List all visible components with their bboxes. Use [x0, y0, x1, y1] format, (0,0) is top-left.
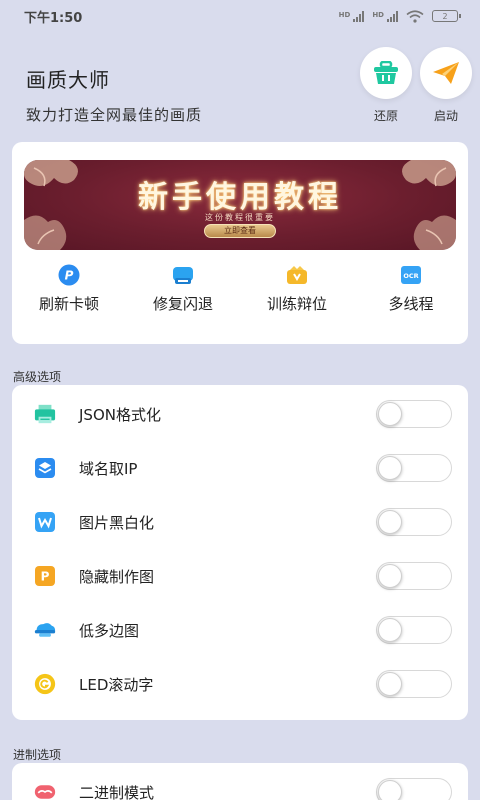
- cloud-fix-icon: [172, 264, 194, 286]
- tool-multithread[interactable]: OCR 多线程: [354, 264, 468, 314]
- option-label: JSON格式化: [79, 405, 161, 424]
- option-label: 隐藏制作图: [79, 567, 155, 586]
- tool-refresh-lag[interactable]: P 刷新卡顿: [12, 264, 126, 314]
- cloud-icon: [34, 619, 56, 641]
- image-grayscale-toggle[interactable]: [376, 508, 452, 536]
- binary-mode-toggle[interactable]: [376, 778, 452, 800]
- tools-row: P 刷新卡顿 修复闪退 训练辩位 OCR 多线程: [12, 264, 468, 314]
- signal-icon: HD: [372, 10, 398, 22]
- toggle-knob: [378, 780, 402, 800]
- app-subtitle: 致力打造全网最佳的画质: [26, 106, 203, 124]
- tool-label: 修复闪退: [152, 295, 213, 313]
- app-title: 画质大师: [26, 68, 110, 92]
- banner-title: 新手使用教程: [138, 180, 342, 215]
- tutorial-banner[interactable]: 新手使用教程 这份教程很重要 立即查看: [24, 160, 456, 250]
- layers-icon: [34, 457, 56, 479]
- hide-image-toggle[interactable]: [376, 562, 452, 590]
- svg-text:P: P: [65, 269, 74, 283]
- json-format-toggle[interactable]: [376, 400, 452, 428]
- basket-icon: [374, 61, 398, 84]
- toggle-knob: [378, 618, 402, 642]
- launch-label: 启动: [433, 109, 458, 123]
- binary-options-card: 二进制模式: [12, 763, 468, 800]
- section-advanced-label: 高级选项: [13, 370, 62, 384]
- paper-plane-icon: [433, 62, 459, 84]
- banner-view-button[interactable]: 立即查看: [204, 224, 276, 238]
- p-doc-icon: P: [34, 565, 56, 587]
- mustache-icon: [34, 781, 56, 800]
- tool-train-position[interactable]: 训练辩位: [240, 264, 354, 314]
- option-label: 域名取IP: [79, 459, 138, 478]
- toggle-knob: [378, 672, 402, 696]
- restore-button-circle[interactable]: [360, 47, 412, 99]
- wallet-icon: [286, 264, 308, 286]
- signal-icon: HD: [339, 10, 365, 22]
- printer-icon: [34, 403, 56, 425]
- status-bar: 下午1:50 HD HD 2: [0, 0, 480, 32]
- section-binary-label: 进制选项: [13, 748, 62, 762]
- tools-card: 新手使用教程 这份教程很重要 立即查看 P 刷新卡顿 修复闪退 训练辩位 OCR: [12, 142, 468, 344]
- domain-ip-toggle[interactable]: [376, 454, 452, 482]
- g-coin-icon: [34, 673, 56, 695]
- restore-label: 还原: [373, 109, 398, 123]
- tool-label: 训练辩位: [266, 295, 327, 313]
- status-icons: HD HD 2: [339, 9, 461, 23]
- toggle-knob: [378, 564, 402, 588]
- option-label: 二进制模式: [79, 783, 155, 800]
- option-low-poly: 低多边图: [12, 603, 468, 657]
- svg-text:OCR: OCR: [403, 272, 418, 280]
- toggle-knob: [378, 402, 402, 426]
- option-domain-ip: 域名取IP: [12, 441, 468, 495]
- launch-button-circle[interactable]: [420, 47, 472, 99]
- toggle-knob: [378, 510, 402, 534]
- banner-subtitle: 这份教程很重要: [205, 213, 275, 222]
- advanced-options-card: JSON格式化 域名取IP 图片黑白化 P 隐藏制作图 低多边图 LED滚动字: [12, 385, 468, 720]
- option-binary-mode: 二进制模式: [12, 765, 468, 800]
- wifi-icon: [406, 9, 424, 23]
- tool-label: 刷新卡顿: [38, 295, 99, 313]
- ocr-icon: OCR: [400, 264, 422, 286]
- refresh-p-icon: P: [58, 264, 80, 286]
- option-label: LED滚动字: [79, 675, 154, 694]
- launch-button[interactable]: 启动: [420, 47, 472, 124]
- led-scroll-toggle[interactable]: [376, 670, 452, 698]
- status-time: 下午1:50: [24, 10, 83, 26]
- option-label: 图片黑白化: [79, 513, 155, 532]
- toggle-knob: [378, 456, 402, 480]
- w-doc-icon: [34, 511, 56, 533]
- svg-text:P: P: [41, 570, 50, 584]
- restore-button[interactable]: 还原: [360, 47, 412, 124]
- battery-icon: 2: [432, 10, 461, 22]
- option-json-format: JSON格式化: [12, 387, 468, 441]
- option-image-grayscale: 图片黑白化: [12, 495, 468, 549]
- tool-fix-crash[interactable]: 修复闪退: [126, 264, 240, 314]
- low-poly-toggle[interactable]: [376, 616, 452, 644]
- option-led-scroll: LED滚动字: [12, 657, 468, 711]
- option-hide-image: P 隐藏制作图: [12, 549, 468, 603]
- option-label: 低多边图: [79, 621, 140, 640]
- tool-label: 多线程: [388, 295, 434, 313]
